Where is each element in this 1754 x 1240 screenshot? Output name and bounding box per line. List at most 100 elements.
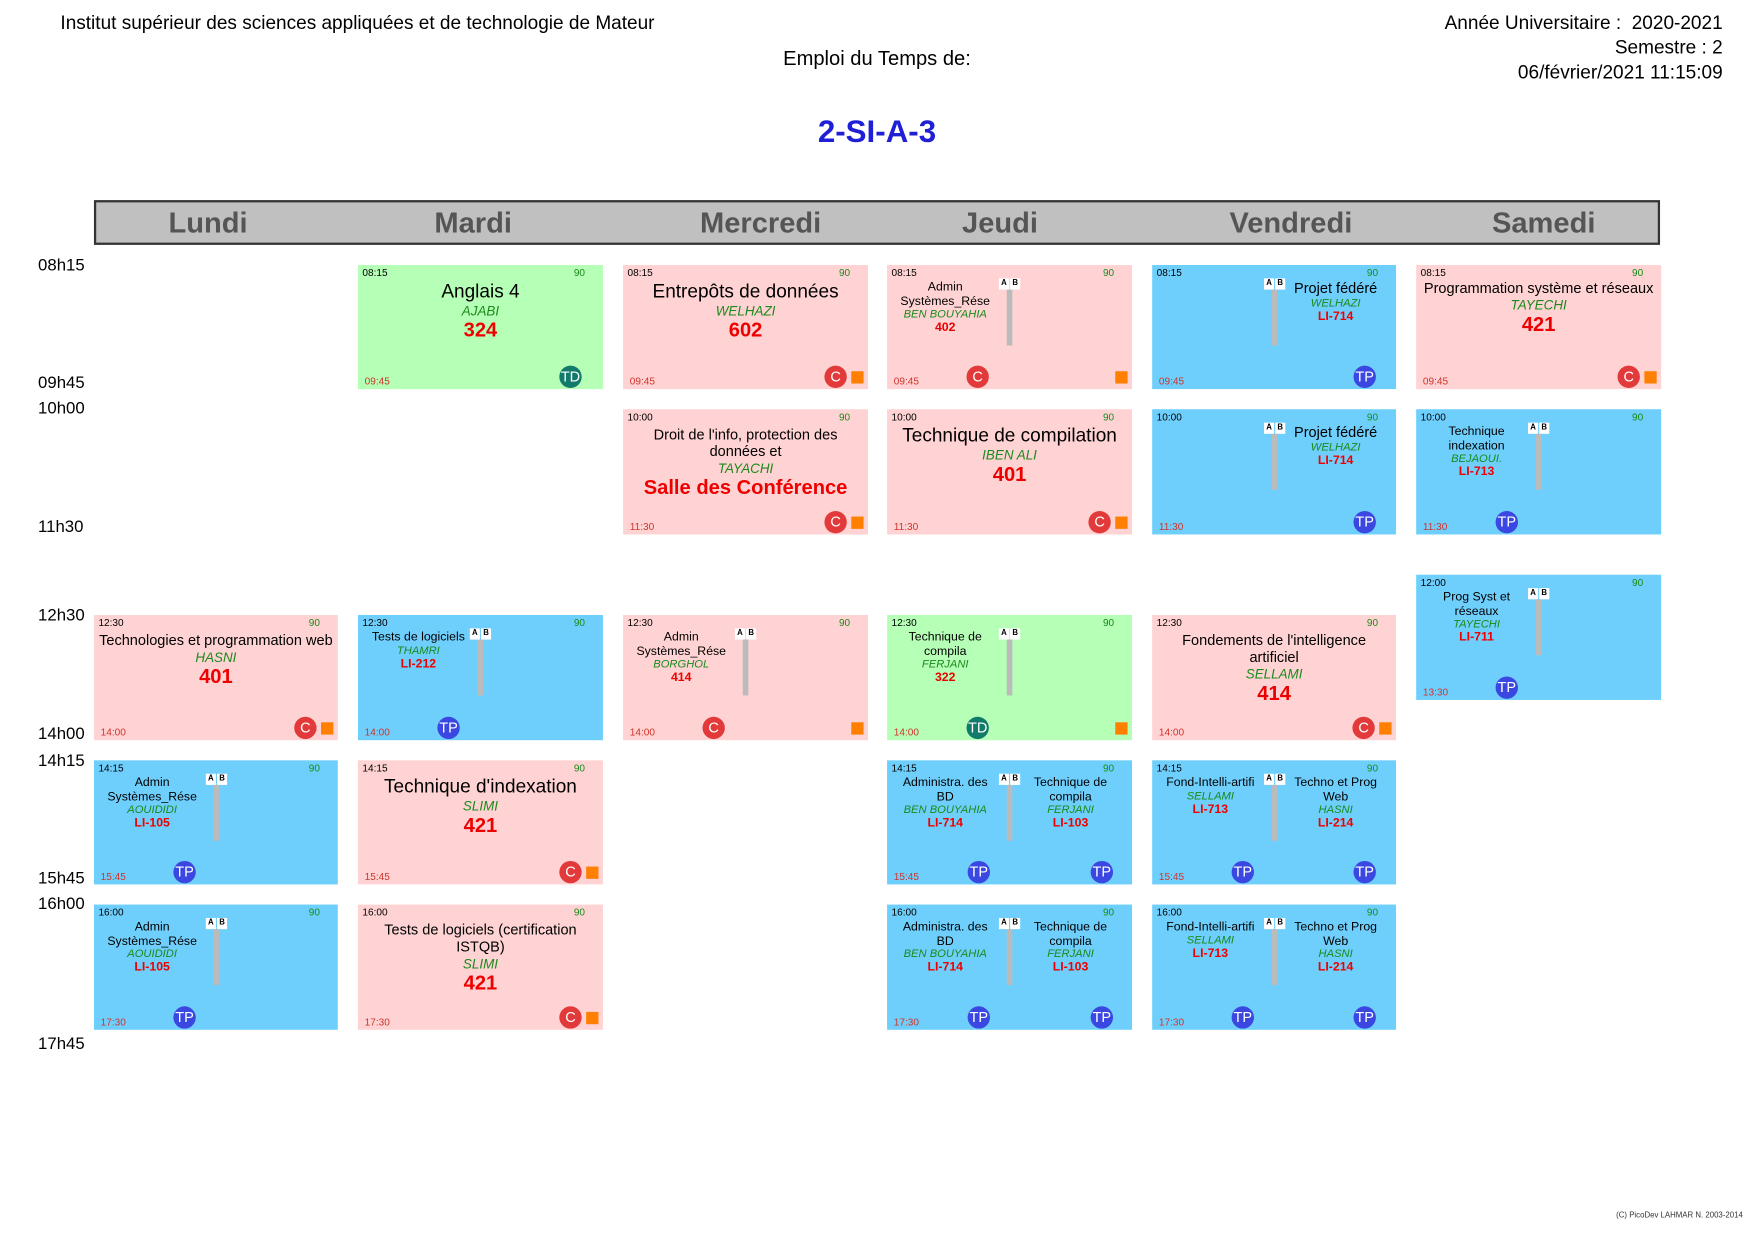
start-time: 12:30 bbox=[98, 617, 124, 629]
duration: 90 bbox=[1366, 762, 1379, 774]
start-time: 08:15 bbox=[1420, 267, 1446, 279]
course-card-split[interactable]: 16:00 90 Administra. des BD BEN BOUYAHIA… bbox=[887, 904, 1133, 1030]
course-card[interactable]: 10:00 90 Droit de l'info, protection des… bbox=[623, 409, 869, 535]
course-card-split[interactable]: 14:15 90 Fond-Intelli-artifi SELLAMI LI-… bbox=[1152, 760, 1397, 885]
course-room: 421 bbox=[463, 971, 498, 994]
course-card[interactable]: 14:15 90 Technique d'indexation SLIMI 42… bbox=[357, 760, 603, 885]
course-card[interactable]: 12:00 90 Prog Syst et réseaux TAYECHI LI… bbox=[1416, 574, 1662, 700]
end-time: 15:45 bbox=[364, 871, 390, 883]
end-time: 15:45 bbox=[100, 871, 126, 883]
day-label-samedi: Samedi bbox=[1491, 205, 1596, 240]
course-subject: Admin Systèmes_Rése bbox=[636, 630, 727, 659]
course-card[interactable]: 16:00 90 Tests de logiciels (certificati… bbox=[357, 904, 603, 1030]
ab-label-b: B bbox=[1010, 278, 1021, 290]
ab-label-a: A bbox=[469, 628, 480, 640]
orange-marker bbox=[1115, 516, 1128, 529]
course-card[interactable]: 12:30 90 Admin Systèmes_Rése BORGHOL 414… bbox=[623, 614, 869, 741]
session-type-badge: TD bbox=[966, 716, 989, 740]
course-teacher: WELHAZI bbox=[1310, 297, 1361, 310]
course-subject: Technique de compila bbox=[908, 630, 982, 659]
time-label: 08h15 bbox=[38, 256, 85, 276]
end-time: 09:45 bbox=[364, 375, 390, 387]
session-type-badge-b: TP bbox=[1090, 860, 1114, 884]
session-type-badge-b: TP bbox=[1090, 1006, 1114, 1029]
session-type-badge: C bbox=[702, 716, 725, 740]
orange-marker bbox=[1644, 371, 1657, 384]
session-type-badge: C bbox=[966, 365, 989, 388]
start-time: 08:15 bbox=[362, 267, 388, 279]
duration: 90 bbox=[1632, 576, 1644, 589]
course-card-split[interactable]: 16:00 90 Fond-Intelli-artifi SELLAMI LI-… bbox=[1152, 904, 1397, 1030]
course-card[interactable]: 12:30 90 Technique de compila FERJANI 32… bbox=[887, 614, 1133, 741]
day-label-lundi: Lundi bbox=[168, 205, 248, 240]
course-card[interactable]: 08:15 90 AB Projet fédéré WELHAZI LI-714… bbox=[1152, 264, 1397, 390]
start-time: 08:15 bbox=[891, 267, 917, 279]
course-subject: Projet fédéré bbox=[1293, 423, 1378, 441]
course-card[interactable]: 12:30 90 Tests de logiciels THAMRI LI-21… bbox=[357, 614, 603, 741]
time-label: 12h30 bbox=[38, 606, 85, 626]
duration: 90 bbox=[308, 906, 320, 918]
course-subject: Fondements de l'intelligence artificiel bbox=[1182, 631, 1367, 666]
course-room-b: LI-214 bbox=[1317, 960, 1354, 975]
orange-marker bbox=[1115, 722, 1128, 735]
course-teacher-a: SELLAMI bbox=[1186, 934, 1234, 947]
session-type-badge: C bbox=[1617, 365, 1640, 388]
course-teacher: FERJANI bbox=[921, 658, 969, 672]
day-label-vendredi: Vendredi bbox=[1229, 205, 1353, 240]
time-label: 17h45 bbox=[38, 1034, 85, 1054]
end-time: 09:45 bbox=[1422, 375, 1449, 387]
duration: 90 bbox=[1366, 906, 1379, 918]
course-card-split[interactable]: 14:15 90 Administra. des BD BEN BOUYAHIA… bbox=[887, 760, 1133, 885]
course-teacher-b: HASNI bbox=[1318, 804, 1353, 817]
session-type-badge-a: TP bbox=[967, 1006, 990, 1029]
ab-label-b: B bbox=[746, 628, 757, 640]
start-time: 14:15 bbox=[98, 762, 124, 774]
duration: 90 bbox=[1102, 762, 1115, 774]
academic-year: Année Universitaire : 2020-2021 bbox=[1445, 12, 1723, 34]
duration: 90 bbox=[1102, 617, 1115, 629]
course-room-b: LI-103 bbox=[1052, 960, 1089, 975]
duration: 90 bbox=[1102, 906, 1115, 918]
course-card[interactable]: 10:00 90 AB Projet fédéré WELHAZI LI-714… bbox=[1152, 409, 1397, 535]
start-time: 14:15 bbox=[891, 762, 917, 774]
start-time: 10:00 bbox=[1420, 411, 1446, 423]
ab-label-a: A bbox=[1264, 422, 1275, 434]
course-card[interactable]: 12:30 90 Fondements de l'intelligence ar… bbox=[1152, 614, 1397, 741]
course-teacher: SELLAMI bbox=[1245, 666, 1303, 682]
end-time: 14:00 bbox=[629, 726, 655, 738]
ab-label-b: B bbox=[1539, 588, 1550, 600]
course-room: Salle des Conférence bbox=[643, 476, 848, 499]
course-card[interactable]: 14:15 90 Admin Systèmes_Rése AOUIDIDI LI… bbox=[93, 760, 338, 885]
session-type-badge: TP bbox=[437, 716, 460, 740]
ab-label-b: B bbox=[1010, 628, 1021, 640]
end-time: 14:00 bbox=[893, 726, 919, 738]
course-card[interactable]: 10:00 90 Technique de compilation IBEN A… bbox=[887, 409, 1133, 535]
institute-name: Institut supérieur des sciences appliqué… bbox=[60, 12, 655, 34]
session-type-badge: C bbox=[824, 510, 847, 534]
ab-label-b: B bbox=[217, 773, 228, 785]
group-name: 2-SI-A-3 bbox=[817, 114, 937, 149]
orange-marker bbox=[321, 722, 334, 735]
start-time: 08:15 bbox=[1156, 267, 1182, 279]
duration: 90 bbox=[573, 267, 586, 279]
ab-label-b: B bbox=[1010, 917, 1021, 930]
session-type-badge: C bbox=[824, 365, 847, 388]
day-header-bar bbox=[93, 200, 1661, 245]
session-type-badge: TP bbox=[1495, 676, 1518, 699]
course-card[interactable]: 08:15 90 Anglais 4 AJABI 324 09:45 TD bbox=[357, 264, 603, 390]
duration: 90 bbox=[308, 617, 320, 629]
course-card[interactable]: 08:15 90 Entrepôts de données WELHAZI 60… bbox=[623, 264, 869, 390]
course-card[interactable]: 16:00 90 Admin Systèmes_Rése AOUIDIDI LI… bbox=[93, 904, 338, 1030]
course-card[interactable]: 08:15 90 Admin Systèmes_Rése BEN BOUYAHI… bbox=[887, 264, 1133, 390]
course-card[interactable]: 10:00 90 Technique indexation BEJAOUI. L… bbox=[1416, 409, 1662, 535]
duration: 90 bbox=[838, 411, 851, 423]
course-room: 402 bbox=[934, 321, 956, 335]
course-teacher-a: BEN BOUYAHIA bbox=[903, 804, 987, 817]
ab-split-marker: AB bbox=[205, 917, 228, 986]
start-time: 16:00 bbox=[98, 906, 124, 918]
time-label: 11h30 bbox=[38, 517, 84, 537]
course-card[interactable]: 08:15 90 Programmation système et réseau… bbox=[1416, 264, 1662, 390]
course-teacher: WELHAZI bbox=[715, 302, 776, 319]
course-card[interactable]: 12:30 90 Technologies et programmation w… bbox=[93, 614, 338, 741]
course-room: LI-105 bbox=[134, 816, 170, 830]
